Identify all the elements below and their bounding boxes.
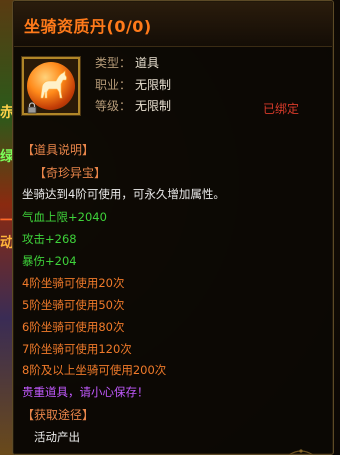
game-screen: 赤 绿 一 动 坐骑资质丹(0/0) 类型： 道具 职业： 无限制 等级： 无限… (0, 0, 340, 455)
lock-icon (26, 99, 38, 114)
source-header: 【获取途径】 (22, 408, 95, 422)
meta-value-level: 无限制 (135, 99, 172, 113)
item-title: 坐骑资质丹(0/0) (24, 17, 152, 36)
description-header: 【道具说明】 (22, 143, 95, 157)
meta-value-type: 道具 (135, 56, 160, 70)
usage-limit-line: 5阶坐骑可使用50次 (22, 298, 125, 312)
stat-line: 攻击+268 (22, 232, 77, 246)
category-header: 【奇珍异宝】 (34, 166, 107, 180)
description-summary: 坐骑达到4阶可使用，可永久增加属性。 (22, 187, 225, 201)
meta-label-type: 类型： (95, 56, 132, 70)
warning-text: 贵重道具，请小心保存！ (22, 385, 149, 399)
source-value: 活动产出 (34, 430, 80, 444)
meta-label-class: 职业： (95, 78, 132, 92)
bound-status: 已绑定 (263, 102, 300, 116)
meta-value-class: 无限制 (135, 78, 172, 92)
usage-limit-line: 7阶坐骑可使用120次 (22, 342, 132, 356)
item-tooltip: 坐骑资质丹(0/0) 类型： 道具 职业： 无限制 等级： 无限制 已绑定 【道… (12, 0, 334, 455)
stat-line: 暴伤+204 (22, 254, 77, 268)
stat-line: 气血上限+2040 (22, 210, 107, 224)
usage-limit-line: 6阶坐骑可使用80次 (22, 320, 125, 334)
tooltip-title-bar: 坐骑资质丹(0/0) (14, 2, 332, 47)
meta-label-level: 等级： (95, 99, 132, 113)
usage-limit-line: 8阶及以上坐骑可使用200次 (22, 363, 167, 377)
usage-limit-line: 4阶坐骑可使用20次 (22, 276, 125, 290)
corner-ornament-icon (287, 442, 315, 455)
item-icon-slot[interactable] (22, 57, 80, 115)
